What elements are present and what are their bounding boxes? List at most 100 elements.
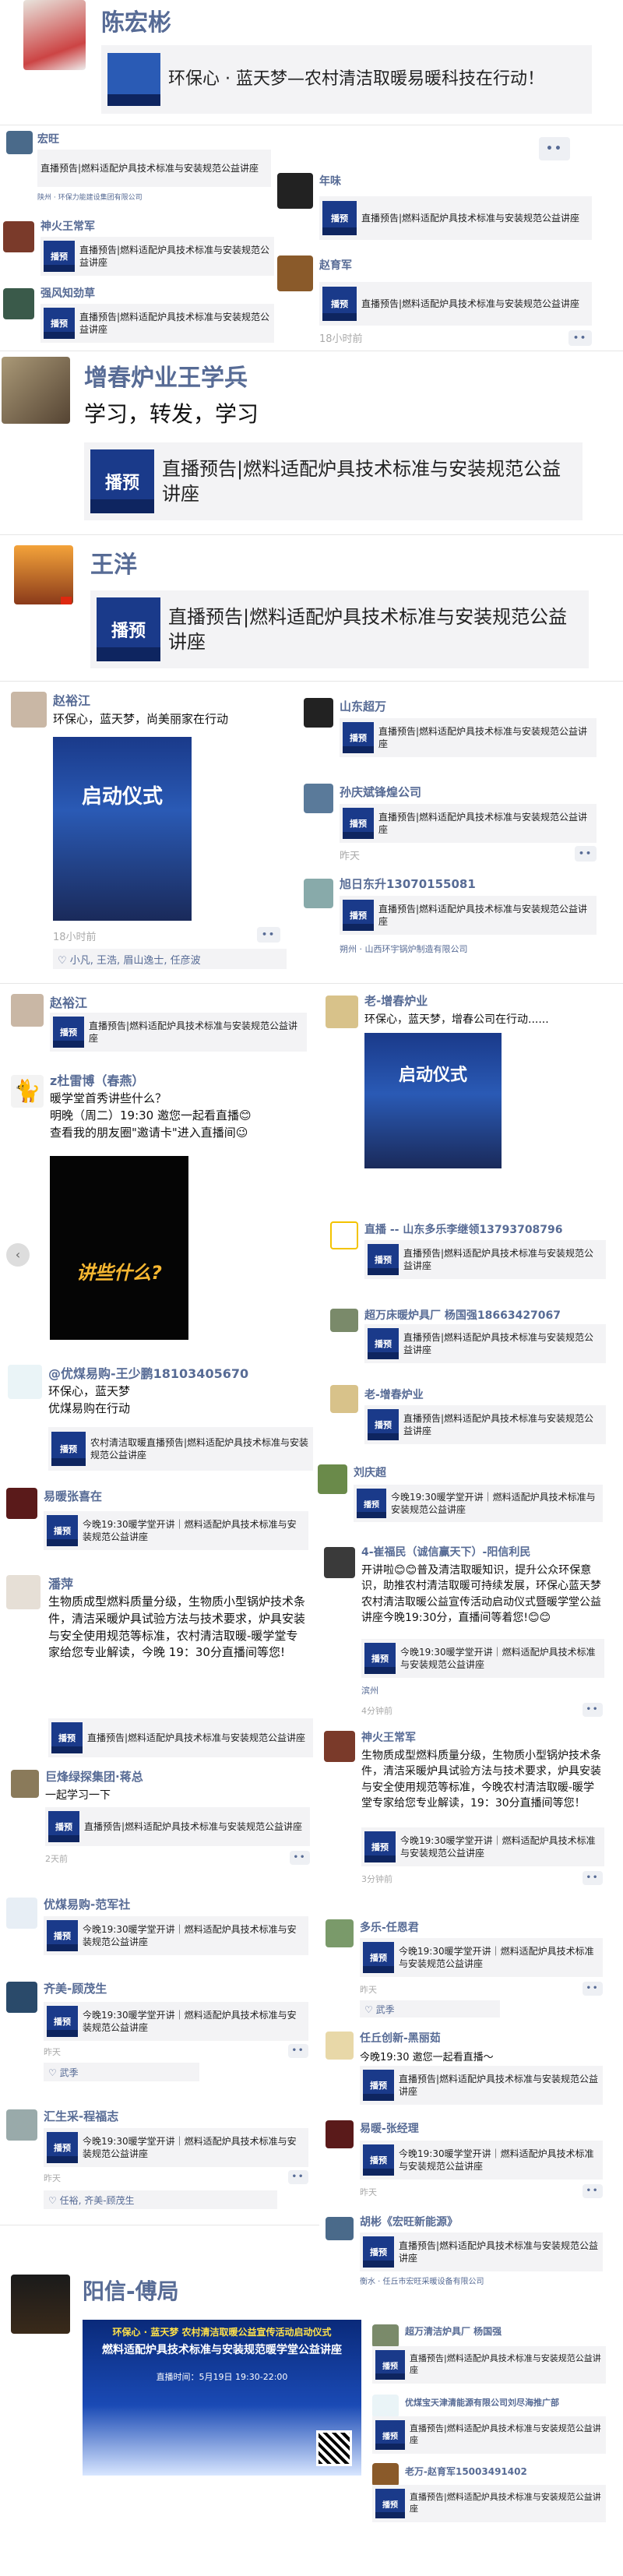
comment-button[interactable]: ••	[257, 927, 280, 943]
poster-name[interactable]: @优煤易购-王少鹏18103405670	[48, 1363, 248, 1382]
avatar[interactable]	[2, 357, 70, 424]
share-card[interactable]: 播预 直播预告|燃料适配炉具技术标准与安装规范公益讲座	[364, 1240, 606, 1279]
event-poster[interactable]: 环保心 · 蓝天梦 农村清洁取暖公益宣传活动启动仪式 燃料适配炉具技术标准与安装…	[83, 2320, 361, 2476]
poster-name[interactable]: 老-增春炉业	[364, 992, 428, 1009]
poster-name[interactable]: 阳信-傅局	[83, 2275, 179, 2306]
avatar[interactable]	[11, 692, 47, 728]
avatar[interactable]	[11, 994, 44, 1027]
poster-name[interactable]: 老-增春炉业	[364, 1387, 424, 1402]
avatar[interactable]	[326, 2120, 354, 2148]
share-card[interactable]: 播预 直播预告|燃料适配炉具技术标准与安装规范公益讲座	[372, 2485, 606, 2522]
poster-name[interactable]: 潘萍	[48, 1573, 73, 1592]
avatar[interactable]	[3, 221, 34, 252]
event-photo[interactable]: 启动仪式	[364, 1033, 502, 1168]
poster-name[interactable]: 超万床暖炉具厂 杨国强18663427067	[364, 1307, 561, 1323]
poster-name[interactable]: 强风知劲草	[40, 285, 95, 301]
poster-name[interactable]: 赵裕江	[53, 690, 90, 709]
poster-name[interactable]: 优煤宝天津清能源有限公司刘尽海推广部	[405, 2396, 559, 2409]
share-card[interactable]: 播预 直播预告|燃料适配炉具技术标准与安装规范公益讲座	[340, 896, 597, 935]
share-card[interactable]: 播预 今晚19:30暖学堂开讲｜燃料适配炉具技术标准与安装规范公益讲座	[44, 1511, 308, 1550]
share-card[interactable]: 播预 直播预告|燃料适配炉具技术标准与安装规范公益讲座	[40, 237, 274, 276]
share-card[interactable]: 播预 直播预告|燃料适配炉具技术标准与安装规范公益讲座	[340, 718, 597, 757]
share-card[interactable]: 播预 今晚19:30暖学堂开讲｜燃料适配炉具技术标准与安装规范公益讲座	[361, 1639, 604, 1678]
video-thumbnail[interactable]: 讲些什么?	[50, 1156, 188, 1340]
poster-name[interactable]: 巨烽绿探集团·蒋总	[45, 1768, 143, 1785]
comment-button[interactable]: ••	[539, 137, 570, 160]
poster-name[interactable]: 神火王常军	[40, 218, 95, 234]
share-card[interactable]: 播预 今晚19:30暖学堂开讲｜燃料适配炉具技术标准与安装规范公益讲座	[44, 2128, 308, 2167]
avatar[interactable]	[326, 2032, 354, 2060]
comment-button[interactable]: ••	[583, 1703, 603, 1717]
avatar[interactable]	[330, 1385, 358, 1413]
poster-name[interactable]: 增春炉业王学兵	[84, 358, 248, 393]
share-card[interactable]: 播预 直播预告|燃料适配炉具技术标准与安装规范公益讲座	[84, 442, 583, 520]
share-card[interactable]: 播预 直播预告|燃料适配炉具技术标准与安装规范公益讲座	[360, 2066, 603, 2105]
poster-name[interactable]: 王洋	[90, 545, 137, 580]
avatar[interactable]	[277, 173, 313, 209]
comment-button[interactable]: ••	[290, 1851, 310, 1865]
avatar[interactable]	[326, 2217, 354, 2240]
avatar[interactable]	[318, 1464, 347, 1494]
share-card[interactable]: 播预 直播预告|燃料适配炉具技术标准与安装规范公益讲座	[364, 1405, 606, 1444]
poster-name[interactable]: 旭日东升13070155081	[340, 876, 476, 892]
comment-button[interactable]: ••	[568, 330, 592, 346]
comment-button[interactable]: ••	[583, 1871, 603, 1885]
comment-button[interactable]: ••	[583, 2184, 603, 2198]
share-card[interactable]: 播预 今晚19:30暖学堂开讲｜燃料适配炉具技术标准与安装规范公益讲座	[44, 1916, 308, 1955]
poster-name[interactable]: 直播 -- 山东多乐李继领13793708796	[364, 1221, 563, 1237]
poster-name[interactable]: 任丘创新-黑丽茹	[360, 2030, 441, 2046]
share-card[interactable]: 播预 直播预告|燃料适配炉具技术标准与安装规范公益讲座	[319, 196, 592, 240]
share-card[interactable]: 环保心 · 蓝天梦—农村清洁取暖易暖科技在行动！	[101, 45, 592, 114]
poster-name[interactable]: 易暖张喜在	[44, 1488, 102, 1504]
prev-arrow-button[interactable]: ‹	[6, 1243, 30, 1267]
poster-name[interactable]: 胡彬《宏旺新能源》	[360, 2214, 458, 2229]
share-card[interactable]: 播预 农村清洁取暖直播预告|燃料适配炉具技术标准与安装规范公益讲座	[48, 1427, 313, 1471]
share-card[interactable]: 播预 今晚19:30暖学堂开讲｜燃料适配炉具技术标准与安装规范公益讲座	[354, 1485, 603, 1522]
poster-name[interactable]: 汇生采-程福志	[44, 2108, 118, 2124]
avatar[interactable]	[6, 2109, 37, 2141]
poster-name[interactable]: 神火王常军	[361, 1729, 416, 1745]
avatar[interactable]	[304, 698, 333, 728]
avatar[interactable]	[11, 1770, 39, 1798]
share-card[interactable]: 播预 直播预告|燃料适配炉具技术标准与安装规范公益讲座	[372, 2346, 606, 2384]
avatar[interactable]	[304, 784, 333, 813]
poster-name[interactable]: 赵育军	[319, 257, 352, 273]
share-card[interactable]: 播预 直播预告|燃料适配炉具技术标准与安装规范公益讲座	[40, 304, 274, 343]
share-card[interactable]: 播预 直播预告|燃料适配炉具技术标准与安装规范公益讲座	[45, 1807, 310, 1846]
comment-button[interactable]: ••	[583, 1982, 603, 1996]
avatar[interactable]	[23, 0, 86, 70]
avatar[interactable]	[326, 1919, 354, 1947]
avatar[interactable]	[304, 879, 333, 908]
avatar[interactable]	[14, 545, 73, 604]
avatar[interactable]	[3, 288, 34, 319]
poster-name[interactable]: 年味	[319, 173, 341, 189]
comment-button[interactable]: ••	[288, 2170, 308, 2184]
comment-button[interactable]: ••	[575, 846, 597, 862]
share-card[interactable]: 播预 直播预告|燃料适配炉具技术标准与安装规范公益讲座	[90, 590, 589, 668]
share-card[interactable]: 播预 直播预告|燃料适配炉具技术标准与安装规范公益讲座	[372, 2416, 606, 2454]
poster-name[interactable]: 超万清洁炉具厂 杨国强	[405, 2324, 502, 2338]
share-card[interactable]: 播预 直播预告|燃料适配炉具技术标准与安装规范公益讲座	[364, 1324, 606, 1363]
poster-name[interactable]: 老万-赵育军15003491402	[405, 2465, 527, 2478]
share-card[interactable]: 播预 今晚19:30暖学堂开讲｜燃料适配炉具技术标准与安装规范公益讲座	[361, 1827, 604, 1866]
avatar[interactable]	[372, 2324, 399, 2348]
share-card[interactable]: 播预 直播预告|燃料适配炉具技术标准与安装规范公益讲座	[340, 804, 597, 843]
comment-button[interactable]: ••	[288, 2044, 308, 2058]
avatar[interactable]	[6, 131, 33, 154]
share-card[interactable]: 播预 直播预告|燃料适配炉具技术标准与安装规范公益讲座	[48, 1718, 313, 1757]
avatar[interactable]: 🐈	[11, 1075, 44, 1108]
poster-name[interactable]: 赵裕江	[50, 992, 87, 1011]
avatar[interactable]	[330, 1221, 358, 1249]
share-card[interactable]: 播预 今晚19:30暖学堂开讲｜燃料适配炉具技术标准与安装规范公益讲座	[44, 2002, 308, 2041]
avatar[interactable]	[324, 1547, 355, 1578]
share-card[interactable]: 直播预告|燃料适配炉具技术标准与安装规范公益讲座	[37, 150, 271, 187]
avatar[interactable]	[6, 1575, 40, 1609]
avatar[interactable]	[8, 1365, 42, 1399]
poster-name[interactable]: 易暖-张经理	[360, 2120, 419, 2136]
avatar[interactable]	[372, 2395, 399, 2418]
poster-name[interactable]: 多乐-任恩君	[360, 1919, 419, 1935]
poster-name[interactable]: 齐美-顾茂生	[44, 1980, 107, 1996]
avatar[interactable]	[330, 1309, 358, 1332]
share-card[interactable]: 播预 直播预告|燃料适配炉具技术标准与安装规范公益讲座	[360, 2232, 603, 2271]
share-card[interactable]: 播预 直播预告|燃料适配炉具技术标准与安装规范公益讲座	[50, 1013, 307, 1052]
